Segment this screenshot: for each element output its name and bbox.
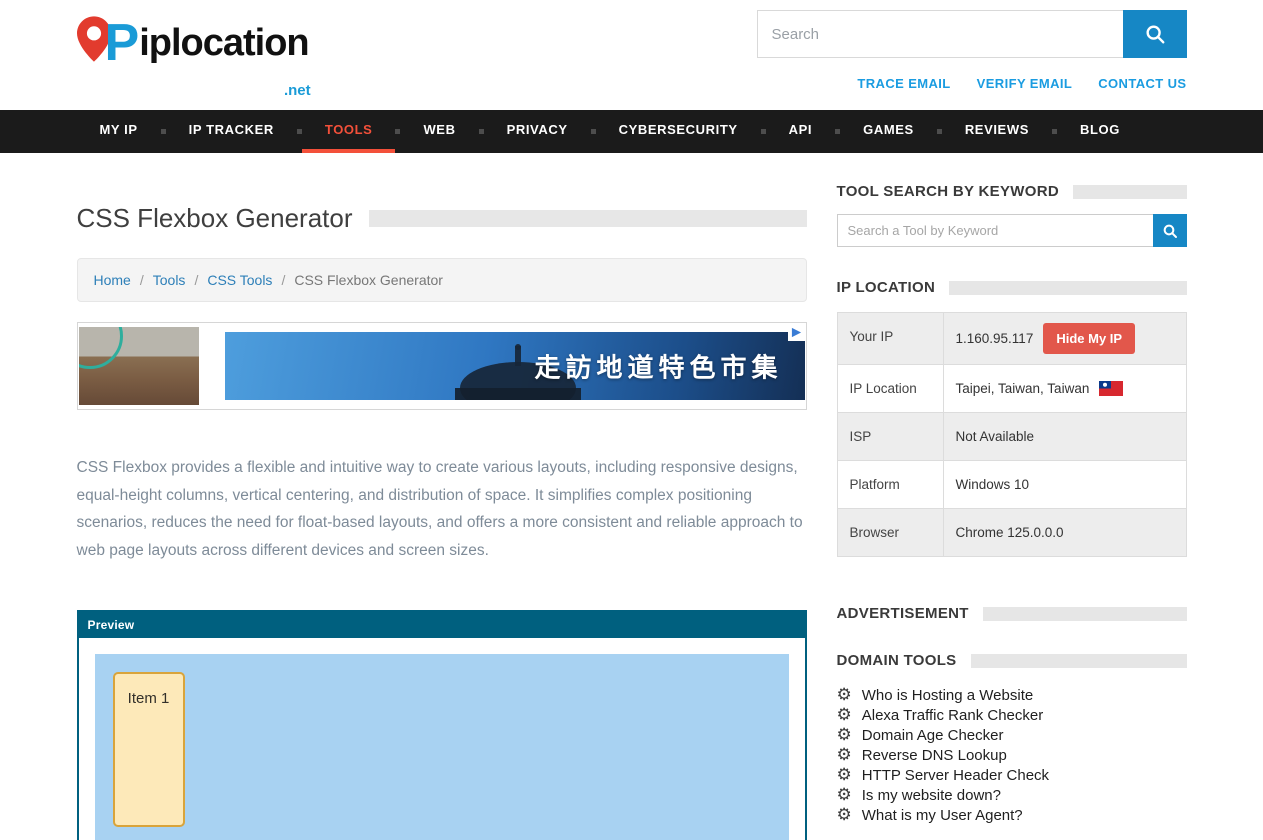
search-input[interactable] — [757, 10, 1123, 58]
list-item: ⚙ Who is Hosting a Website — [837, 685, 1187, 705]
breadcrumb: Home / Tools / CSS Tools / CSS Flexbox G… — [77, 258, 807, 302]
row-label: Browser — [838, 509, 944, 556]
intro-paragraph: CSS Flexbox provides a flexible and intu… — [77, 454, 807, 564]
heading-decorative-bar — [971, 654, 1187, 668]
title-decorative-bar — [369, 210, 807, 227]
gear-icon: ⚙ — [837, 787, 852, 804]
main-content: CSS Flexbox Generator Home / Tools / CSS… — [77, 183, 807, 840]
ad-creative: 走訪地道特色市集 — [225, 332, 805, 400]
ip-location-value: Taipei, Taiwan, Taiwan — [956, 381, 1090, 396]
heading-decorative-bar — [949, 281, 1186, 295]
nav-item-games[interactable]: GAMES — [840, 110, 937, 153]
gear-icon: ⚙ — [837, 747, 852, 764]
heading-decorative-bar — [983, 607, 1187, 621]
nav-item-privacy[interactable]: PRIVACY — [484, 110, 591, 153]
heading-decorative-bar — [1073, 185, 1187, 199]
header-links: TRACE EMAIL VERIFY EMAIL CONTACT US — [757, 76, 1187, 91]
domain-tool-link-reverse-dns[interactable]: Reverse DNS Lookup — [862, 747, 1007, 764]
domain-tools-list: ⚙ Who is Hosting a Website ⚙ Alexa Traff… — [837, 685, 1187, 825]
site-header: P iplocation .net TRACE EMAIL VERIFY EMA… — [0, 0, 1263, 110]
breadcrumb-separator: / — [194, 272, 198, 288]
breadcrumb-separator: / — [140, 272, 144, 288]
page-title: CSS Flexbox Generator — [77, 203, 353, 234]
main-nav: MY IP IP TRACKER TOOLS WEB PRIVACY CYBER… — [0, 110, 1263, 153]
domain-tool-link-website-down[interactable]: Is my website down? — [862, 787, 1001, 804]
tool-search-button[interactable] — [1153, 214, 1187, 247]
search-button[interactable] — [1123, 10, 1187, 58]
ad-headline: 走訪地道特色市集 — [534, 348, 782, 385]
gear-icon: ⚙ — [837, 767, 852, 784]
sidebar: TOOL SEARCH BY KEYWORD IP LOCATION Your … — [837, 183, 1187, 840]
tool-search-input[interactable] — [837, 214, 1153, 247]
logo-tld: .net — [284, 82, 311, 99]
list-item: ⚙ HTTP Server Header Check — [837, 765, 1187, 785]
list-item: ⚙ Reverse DNS Lookup — [837, 745, 1187, 765]
breadcrumb-css-tools[interactable]: CSS Tools — [207, 272, 272, 288]
list-item: ⚙ Domain Age Checker — [837, 725, 1187, 745]
row-label: Your IP — [838, 313, 944, 364]
list-item: ⚙ Alexa Traffic Rank Checker — [837, 705, 1187, 725]
domain-tool-link-user-agent[interactable]: What is my User Agent? — [862, 807, 1023, 824]
nav-item-blog[interactable]: BLOG — [1057, 110, 1143, 153]
browser-value: Chrome 125.0.0.0 — [956, 525, 1064, 540]
breadcrumb-home[interactable]: Home — [94, 272, 131, 288]
table-row: Platform Windows 10 — [838, 461, 1186, 509]
contact-us-link[interactable]: CONTACT US — [1098, 76, 1186, 91]
ad-photo-thumbnail — [79, 327, 199, 405]
breadcrumb-separator: / — [281, 272, 285, 288]
flexbox-preview-item: Item 1 — [113, 672, 185, 827]
gear-icon: ⚙ — [837, 807, 852, 824]
preview-panel: Preview Item 1 — [77, 610, 807, 840]
table-row: Browser Chrome 125.0.0.0 — [838, 509, 1186, 556]
row-label: IP Location — [838, 365, 944, 412]
domain-tool-link-alexa-rank[interactable]: Alexa Traffic Rank Checker — [862, 707, 1043, 724]
adchoices-icon[interactable] — [788, 324, 805, 341]
hide-my-ip-button[interactable]: Hide My IP — [1043, 323, 1135, 354]
list-item: ⚙ What is my User Agent? — [837, 805, 1187, 825]
search-icon — [1162, 223, 1178, 239]
gear-icon: ⚙ — [837, 727, 852, 744]
flexbox-preview-container: Item 1 — [95, 654, 789, 840]
nav-item-my-ip[interactable]: MY IP — [77, 110, 161, 153]
gear-icon: ⚙ — [837, 707, 852, 724]
nav-item-cybersecurity[interactable]: CYBERSECURITY — [596, 110, 761, 153]
preview-body: Item 1 — [79, 638, 805, 840]
nav-item-reviews[interactable]: REVIEWS — [942, 110, 1052, 153]
tool-search-form — [837, 214, 1187, 247]
logo-text: iplocation — [139, 14, 308, 72]
nav-item-web[interactable]: WEB — [400, 110, 478, 153]
nav-item-ip-tracker[interactable]: IP TRACKER — [166, 110, 297, 153]
row-label: ISP — [838, 413, 944, 460]
isp-value: Not Available — [956, 429, 1035, 444]
list-item: ⚙ Is my website down? — [837, 785, 1187, 805]
breadcrumb-tools[interactable]: Tools — [153, 272, 186, 288]
logo[interactable]: P iplocation .net — [77, 14, 309, 91]
verify-email-link[interactable]: VERIFY EMAIL — [977, 76, 1073, 91]
row-label: Platform — [838, 461, 944, 508]
trace-email-link[interactable]: TRACE EMAIL — [857, 76, 950, 91]
gear-icon: ⚙ — [837, 687, 852, 704]
nav-item-tools[interactable]: TOOLS — [302, 110, 396, 153]
advertisement-banner[interactable]: 走訪地道特色市集 — [77, 322, 807, 410]
domain-tool-link-http-header[interactable]: HTTP Server Header Check — [862, 767, 1049, 784]
logo-monogram: P — [105, 14, 140, 72]
nav-item-api[interactable]: API — [766, 110, 835, 153]
domain-tools-heading: DOMAIN TOOLS — [837, 652, 1187, 669]
taiwan-flag-icon — [1099, 381, 1123, 396]
ip-location-heading: IP LOCATION — [837, 279, 1187, 296]
table-row: ISP Not Available — [838, 413, 1186, 461]
ip-info-table: Your IP 1.160.95.117 Hide My IP IP Locat… — [837, 312, 1187, 557]
tool-search-heading: TOOL SEARCH BY KEYWORD — [837, 183, 1187, 200]
header-search-form — [757, 10, 1187, 58]
advertisement-heading: ADVERTISEMENT — [837, 605, 1187, 622]
domain-tool-link-hosting[interactable]: Who is Hosting a Website — [862, 687, 1033, 704]
breadcrumb-current: CSS Flexbox Generator — [294, 272, 443, 288]
domain-tool-link-domain-age[interactable]: Domain Age Checker — [862, 727, 1004, 744]
platform-value: Windows 10 — [956, 477, 1030, 492]
preview-panel-header: Preview — [79, 612, 805, 638]
table-row: IP Location Taipei, Taiwan, Taiwan — [838, 365, 1186, 413]
your-ip-value: 1.160.95.117 — [956, 331, 1034, 346]
table-row: Your IP 1.160.95.117 Hide My IP — [838, 313, 1186, 365]
search-icon — [1144, 23, 1166, 45]
